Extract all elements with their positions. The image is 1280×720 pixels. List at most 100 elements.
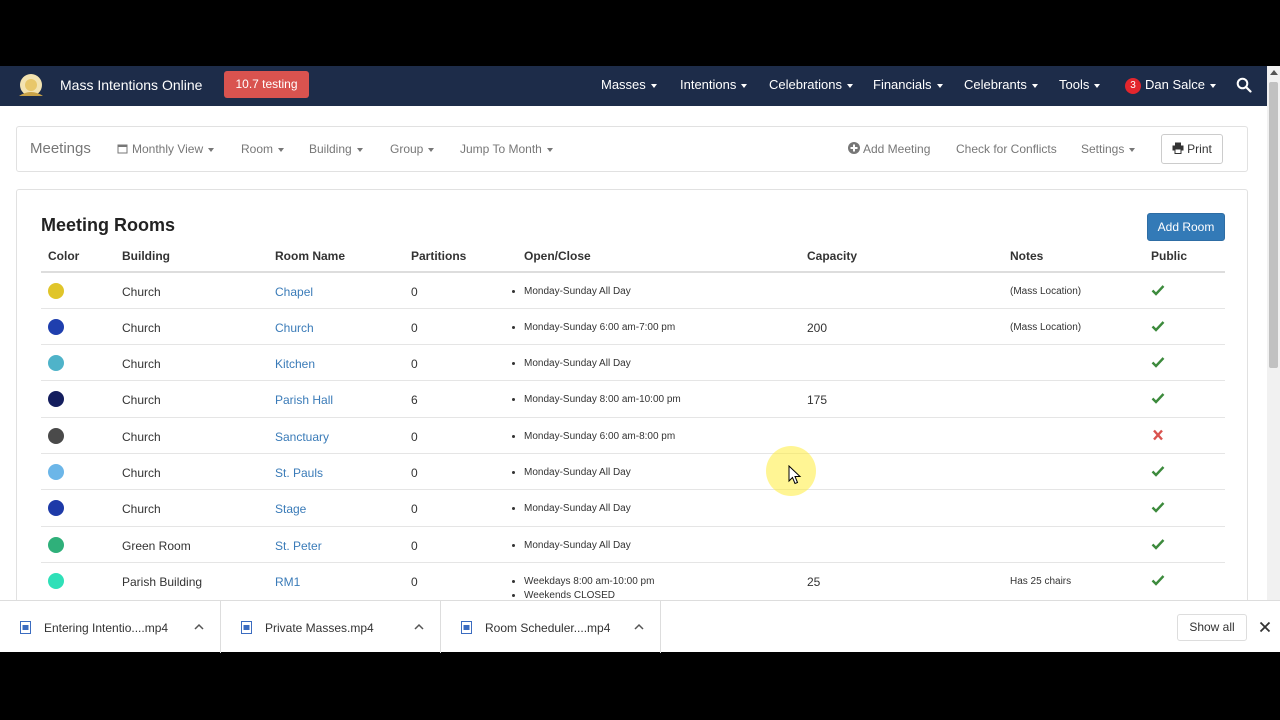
caret-down-icon: [1209, 83, 1216, 88]
printer-icon: [1172, 142, 1184, 154]
page-scrollbar[interactable]: [1267, 66, 1280, 652]
add-room-button[interactable]: Add Room: [1147, 213, 1225, 241]
bullet-icon: [512, 362, 515, 365]
cell-open-close: Monday-Sunday 8:00 am-10:00 pm: [524, 394, 681, 405]
cell-building: Church: [122, 285, 161, 299]
room-name-link[interactable]: St. Pauls: [275, 466, 323, 480]
search-icon[interactable]: [1236, 77, 1252, 93]
table-row[interactable]: Church Stage 0 Monday-Sunday All Day: [41, 490, 1225, 527]
cross-icon: [1153, 429, 1163, 441]
download-filename: Entering Intentio....mp4: [44, 621, 169, 635]
chevron-up-icon[interactable]: [414, 623, 424, 630]
download-item-1[interactable]: Entering Intentio....mp4: [0, 601, 221, 653]
table-row[interactable]: Church St. Pauls 0 Monday-Sunday All Day: [41, 454, 1225, 490]
table-row[interactable]: Church Parish Hall 6 Monday-Sunday 8:00 am-…: [41, 381, 1225, 418]
meetings-toolbar: Meetings Monthly View Room Building Grou…: [16, 126, 1248, 172]
download-item-3[interactable]: Room Scheduler....mp4: [441, 601, 661, 653]
bullet-icon: [512, 471, 515, 474]
cell-partitions: 0: [411, 430, 418, 444]
page-title: Meeting Rooms: [41, 215, 176, 235]
check-icon: [1151, 575, 1165, 586]
room-name-link[interactable]: Parish Hall: [275, 393, 333, 407]
room-color-dot: [48, 319, 64, 335]
caret-down-icon: [1129, 147, 1136, 152]
room-dropdown[interactable]: Room: [241, 142, 285, 156]
jump-to-month-dropdown[interactable]: Jump To Month: [460, 142, 553, 156]
app-name[interactable]: Mass Intentions Online: [60, 77, 202, 93]
cell-open-close: Monday-Sunday 6:00 am-8:00 pm: [524, 431, 676, 442]
caret-down-icon: [546, 147, 553, 152]
nav-celebrants[interactable]: Celebrants: [964, 77, 1038, 92]
add-meeting-button[interactable]: Add Meeting: [848, 142, 930, 156]
room-name-link[interactable]: St. Peter: [275, 539, 322, 553]
logo-icon[interactable]: [16, 72, 46, 100]
settings-dropdown[interactable]: Settings: [1081, 142, 1136, 156]
bullet-icon: [512, 398, 515, 401]
group-dropdown[interactable]: Group: [390, 142, 435, 156]
scroll-thumb[interactable]: [1269, 82, 1278, 368]
print-button[interactable]: Print: [1161, 134, 1223, 164]
caret-down-icon: [1094, 83, 1101, 88]
column-header-capacity: Capacity: [807, 249, 858, 263]
room-color-dot: [48, 464, 64, 480]
room-name-link[interactable]: Stage: [275, 502, 306, 516]
cell-open-close: Monday-Sunday All Day: [524, 467, 631, 478]
cell-building: Church: [122, 393, 161, 407]
meeting-rooms-panel: Meeting Rooms Add Room Color Building Ro…: [16, 189, 1248, 652]
nav-masses[interactable]: Masses: [601, 77, 657, 92]
check-icon: [1151, 502, 1165, 513]
cell-notes: Has 25 chairs: [1010, 576, 1072, 587]
table-row[interactable]: Church Church 0 Monday-Sunday 6:00 am-7:00 …: [41, 309, 1225, 345]
bullet-icon: [512, 326, 515, 329]
monthly-view-dropdown[interactable]: Monthly View: [117, 142, 215, 156]
room-name-link[interactable]: Church: [275, 321, 314, 335]
caret-down-icon: [1031, 83, 1038, 88]
cell-notes: (Mass Location): [1010, 286, 1082, 297]
table-row[interactable]: Green Room St. Peter 0 Monday-Sunday All Da…: [41, 527, 1225, 563]
nav-intentions[interactable]: Intentions: [680, 77, 748, 92]
room-name-link[interactable]: Sanctuary: [275, 430, 329, 444]
room-name-link[interactable]: RM1: [275, 575, 300, 589]
close-icon[interactable]: [1259, 621, 1271, 633]
toolbar-title[interactable]: Meetings: [30, 140, 91, 157]
room-color-dot: [48, 537, 64, 553]
table-row[interactable]: Church Sanctuary 0 Monday-Sunday 6:00 am-8:…: [41, 418, 1225, 454]
download-filename: Room Scheduler....mp4: [485, 621, 611, 635]
video-file-icon: [20, 621, 31, 634]
check-icon: [1151, 357, 1165, 368]
mouse-pointer-icon: [788, 465, 802, 485]
table-row[interactable]: Church Kitchen 0 Monday-Sunday All Day: [41, 345, 1225, 381]
check-icon: [1151, 539, 1165, 550]
nav-celebrations[interactable]: Celebrations: [769, 77, 853, 92]
cell-building: Church: [122, 466, 161, 480]
version-badge[interactable]: 10.7 testing: [224, 71, 309, 98]
column-header-notes: Notes: [1010, 249, 1044, 263]
cell-open-close: Monday-Sunday All Day: [524, 358, 631, 369]
nav-financials[interactable]: Financials: [873, 77, 943, 92]
show-all-downloads-button[interactable]: Show all: [1177, 614, 1247, 641]
nav-user-menu[interactable]: 3 Dan Salce: [1125, 77, 1216, 94]
downloads-bar: Entering Intentio....mp4 Private Masses.…: [0, 600, 1280, 653]
room-color-dot: [48, 428, 64, 444]
check-conflicts-link[interactable]: Check for Conflicts: [956, 142, 1057, 156]
nav-tools[interactable]: Tools: [1059, 77, 1101, 92]
room-color-dot: [48, 355, 64, 371]
check-icon: [1151, 285, 1165, 296]
download-item-2[interactable]: Private Masses.mp4: [221, 601, 441, 653]
check-icon: [1151, 393, 1165, 404]
cell-capacity: 175: [807, 393, 828, 407]
cell-open-close: Weekdays 8:00 am-10:00 pm: [524, 576, 655, 587]
chevron-up-icon[interactable]: [194, 623, 204, 630]
room-color-dot: [48, 500, 64, 516]
chevron-up-icon[interactable]: [634, 623, 644, 630]
room-color-dot: [48, 283, 64, 299]
building-dropdown[interactable]: Building: [309, 142, 363, 156]
cell-capacity: 25: [807, 575, 821, 589]
cell-open-close: Monday-Sunday All Day: [524, 540, 631, 551]
room-name-link[interactable]: Kitchen: [275, 357, 315, 371]
table-row[interactable]: Church Chapel 0 Monday-Sunday All Day (Mass …: [41, 273, 1225, 309]
bullet-icon: [512, 507, 515, 510]
caret-down-icon: [356, 147, 363, 152]
room-name-link[interactable]: Chapel: [275, 285, 313, 299]
scroll-up-icon[interactable]: [1270, 70, 1278, 75]
